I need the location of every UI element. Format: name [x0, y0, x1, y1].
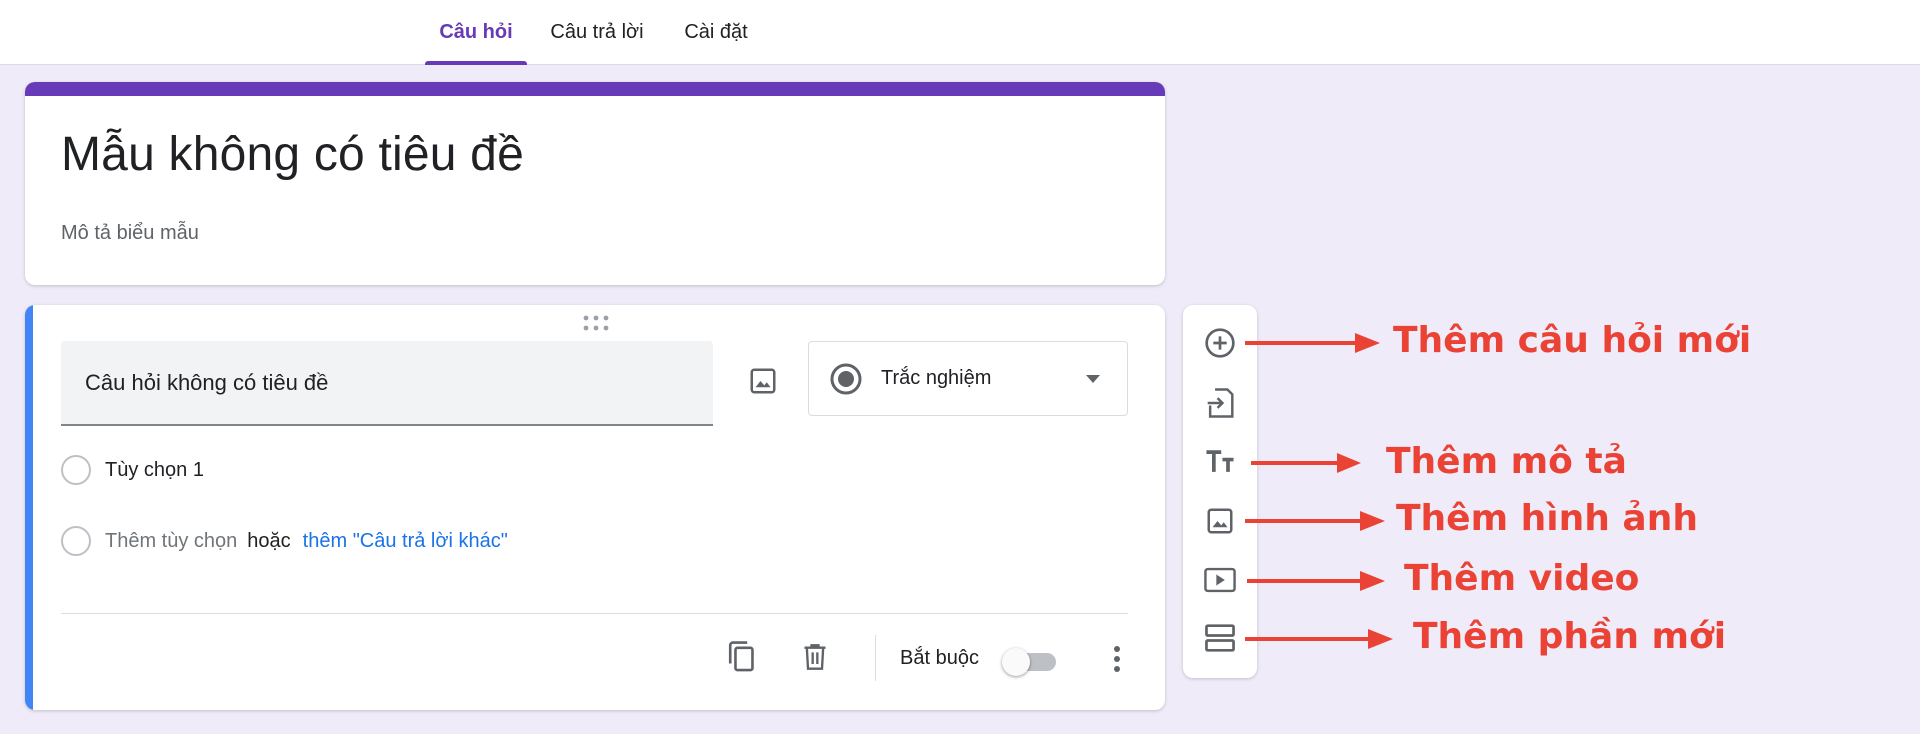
annotation-arrow-add-section: [1245, 629, 1393, 649]
annotation-arrow-add-description: [1251, 453, 1361, 473]
more-options-button[interactable]: [1097, 639, 1137, 679]
required-toggle[interactable]: [1002, 648, 1058, 676]
more-vert-icon: [1114, 646, 1120, 672]
option-1-input[interactable]: Tùy chọn 1: [105, 459, 204, 482]
image-icon: [750, 368, 776, 394]
option-radio-icon: [61, 455, 91, 485]
option-row-1: Tùy chọn 1: [61, 455, 204, 485]
footer-divider: [61, 613, 1128, 614]
tab-responses[interactable]: Câu trả lời: [536, 0, 658, 64]
required-label: Bắt buộc: [900, 647, 979, 669]
delete-question-button[interactable]: [795, 637, 835, 677]
form-title-input[interactable]: Mẫu không có tiêu đề: [61, 127, 524, 182]
duplicate-question-button[interactable]: [722, 637, 762, 677]
top-tab-bar: Câu hỏi Câu trả lời Cài đặt: [0, 0, 1920, 65]
form-title-card: Mẫu không có tiêu đề Mô tả biểu mẫu: [25, 82, 1165, 285]
add-section-button[interactable]: [1196, 614, 1244, 662]
import-icon: [1207, 388, 1234, 418]
annotation-add-section: Thêm phần mới: [1413, 616, 1727, 657]
tab-questions[interactable]: Câu hỏi: [425, 0, 527, 65]
annotation-add-question: Thêm câu hỏi mới: [1393, 320, 1752, 361]
tab-settings[interactable]: Cài đặt: [672, 0, 760, 64]
or-text: hoặc: [247, 529, 291, 552]
add-question-button[interactable]: [1196, 319, 1244, 367]
add-image-button[interactable]: [1196, 497, 1244, 545]
add-other-answer-link[interactable]: thêm "Câu trả lời khác": [303, 530, 508, 553]
annotation-add-image: Thêm hình ảnh: [1396, 498, 1698, 539]
side-toolbar: [1183, 305, 1257, 678]
section-icon: [1205, 624, 1235, 652]
add-circle-icon: [1205, 328, 1235, 358]
annotation-arrow-add-question: [1245, 333, 1380, 353]
footer-vertical-divider: [875, 635, 876, 681]
radio-button-icon: [830, 363, 862, 395]
annotation-arrow-add-image: [1245, 511, 1385, 531]
text-size-icon: [1206, 450, 1234, 472]
add-video-button[interactable]: [1196, 556, 1244, 604]
question-type-dropdown[interactable]: Trắc nghiệm: [808, 341, 1128, 416]
image-icon: [1207, 508, 1233, 534]
import-questions-button[interactable]: [1196, 379, 1244, 427]
video-icon: [1204, 567, 1236, 593]
title-card-accent-bar: [25, 82, 1165, 96]
add-question-image-button[interactable]: [739, 357, 787, 405]
active-question-indicator: [25, 305, 33, 710]
chevron-down-icon: [1086, 375, 1100, 383]
copy-icon: [728, 641, 754, 672]
drag-handle-icon[interactable]: [583, 315, 609, 331]
form-description-input[interactable]: Mô tả biểu mẫu: [61, 222, 199, 245]
option-radio-icon: [61, 526, 91, 556]
annotation-arrow-add-video: [1247, 571, 1385, 591]
add-option-button[interactable]: Thêm tùy chọn: [105, 530, 237, 553]
toggle-knob: [1002, 648, 1030, 676]
question-type-label: Trắc nghiệm: [881, 367, 992, 389]
question-title-input[interactable]: Câu hỏi không có tiêu đề: [61, 341, 713, 426]
add-title-description-button[interactable]: [1196, 438, 1244, 486]
annotation-add-video: Thêm video: [1404, 558, 1640, 599]
trash-icon: [804, 644, 826, 670]
question-card: Câu hỏi không có tiêu đề Trắc nghiệm Tùy…: [25, 305, 1165, 710]
question-title-text: Câu hỏi không có tiêu đề: [85, 369, 329, 395]
annotation-add-description: Thêm mô tả: [1386, 441, 1627, 482]
add-option-row: Thêm tùy chọn hoặc thêm "Câu trả lời khá…: [61, 526, 508, 556]
